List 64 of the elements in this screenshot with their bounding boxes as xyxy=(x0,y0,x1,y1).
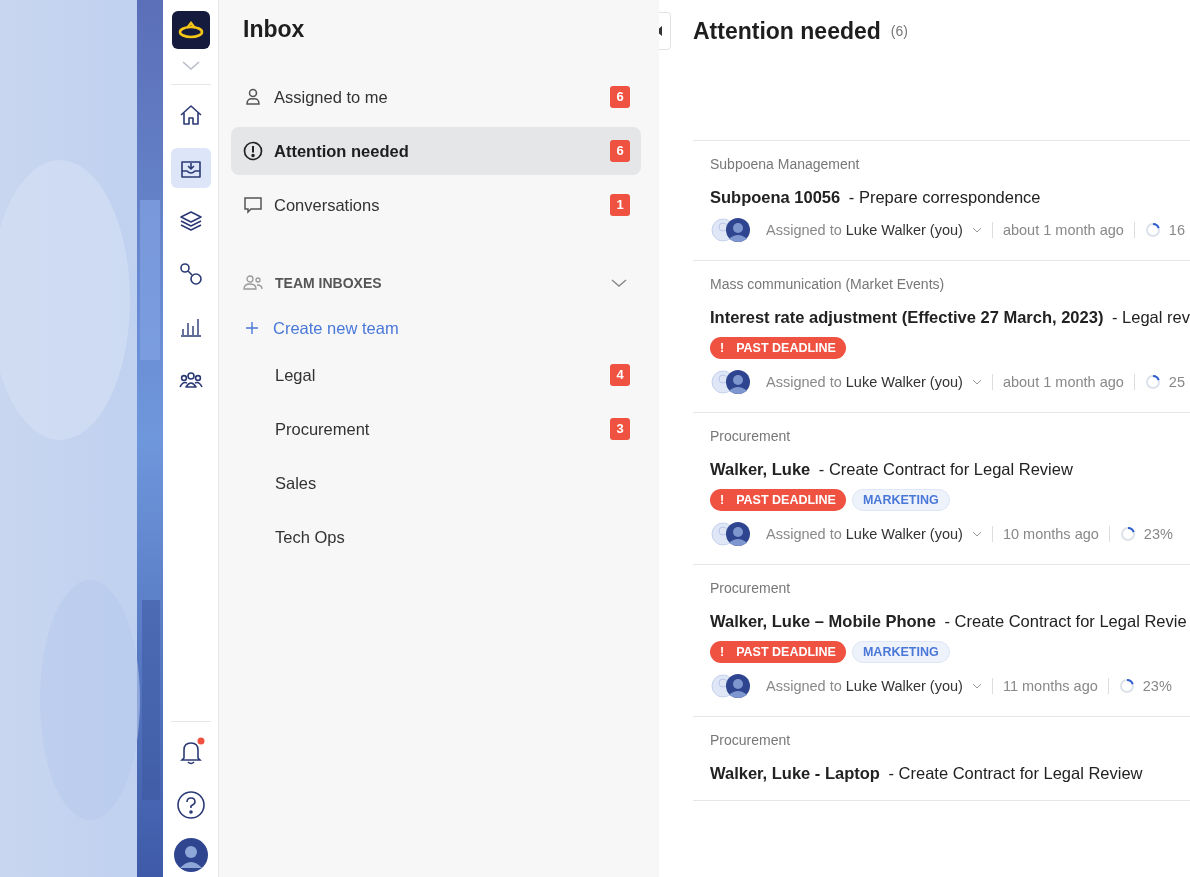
task-title[interactable]: Walker, Luke – Mobile Phone - Create Contract for Legal Revie xyxy=(710,612,1190,631)
task-category: Subpoena Management xyxy=(710,156,861,174)
count-badge: 4 xyxy=(610,364,630,386)
sidebar-item[interactable]: Attention needed 6 xyxy=(231,127,641,175)
count-badge: 6 xyxy=(610,140,630,162)
user-avatar[interactable] xyxy=(173,838,208,872)
chevron-icon xyxy=(971,683,982,689)
task-title[interactable]: Walker, Luke - Laptop - Create Contract for Legal Review xyxy=(710,764,1190,783)
progress-percent: 16 xyxy=(1168,222,1185,238)
progress-ring-icon xyxy=(1144,374,1161,390)
deadline-tag: ! PAST DEADLINE xyxy=(710,337,846,359)
task-category: Procurement xyxy=(710,732,792,750)
task-title[interactable]: Walker, Luke - Create Contract for Legal Review xyxy=(710,460,1190,479)
item-count: (6) xyxy=(890,23,908,39)
plus-icon xyxy=(245,321,259,335)
assignee-selector[interactable]: Assigned to Luke Walker (you) xyxy=(766,526,982,542)
avatars-icon xyxy=(710,673,752,699)
deadline-tag: ! PAST DEADLINE xyxy=(710,641,846,663)
chevron-icon xyxy=(971,227,982,233)
team-item[interactable]: Sales xyxy=(231,456,641,510)
sidebar-item[interactable]: Assigned to me 6 xyxy=(231,73,641,121)
sidebar-title: Inbox xyxy=(242,16,306,43)
progress-percent: 23% xyxy=(1143,526,1173,542)
avatars-icon xyxy=(710,369,752,395)
deadline-tag: ! PAST DEADLINE xyxy=(710,489,846,511)
time-ago: about 1 month ago xyxy=(1002,374,1124,390)
team-item[interactable]: Procurement 3 xyxy=(231,402,641,456)
team-item[interactable]: Tech Ops xyxy=(231,510,641,564)
create-team-link[interactable]: Create new team xyxy=(231,308,641,348)
task-title[interactable]: Interest rate adjustment (Effective 27 March, 2023) - Legal rev xyxy=(710,308,1190,327)
progress-ring-icon xyxy=(1118,678,1135,694)
task-category: Procurement xyxy=(710,580,792,598)
team-item[interactable]: Legal 4 xyxy=(231,348,641,402)
count-badge: 3 xyxy=(610,418,630,440)
task-category: Mass communication (Market Events) xyxy=(710,276,946,294)
alert-icon xyxy=(243,141,263,161)
task-category: Procurement xyxy=(710,428,792,446)
count-badge: 6 xyxy=(610,86,630,108)
progress-ring-icon xyxy=(1119,526,1136,542)
avatars-icon xyxy=(710,217,752,243)
chevron-icon xyxy=(971,379,982,385)
app-logo[interactable] xyxy=(171,11,210,49)
page-title: Attention needed xyxy=(693,17,881,45)
chat-icon xyxy=(243,195,263,215)
progress-percent: 23% xyxy=(1142,678,1172,694)
sidebar-item[interactable]: Conversations 1 xyxy=(231,181,641,229)
person-icon xyxy=(243,87,263,107)
time-ago: 10 months ago xyxy=(1002,526,1099,542)
progress-ring-icon xyxy=(1144,222,1161,238)
team-inboxes-header[interactable]: TEAM INBOXES xyxy=(231,263,641,303)
task-title[interactable]: Subpoena 10056 - Prepare correspondence xyxy=(710,188,1190,207)
avatars-icon xyxy=(710,521,752,547)
inbox-button[interactable] xyxy=(170,148,211,188)
assignee-selector[interactable]: Assigned to Luke Walker (you) xyxy=(766,678,982,694)
count-badge: 1 xyxy=(610,194,630,216)
progress-percent: 25 xyxy=(1168,374,1185,390)
team-tag: MARKETING xyxy=(851,641,950,663)
assignee-selector[interactable]: Assigned to Luke Walker (you) xyxy=(766,222,982,238)
team-icon xyxy=(243,274,263,292)
time-ago: 11 months ago xyxy=(1002,678,1098,694)
team-tag: MARKETING xyxy=(851,489,950,511)
time-ago: about 1 month ago xyxy=(1002,222,1124,238)
chevron-icon xyxy=(971,531,982,537)
assignee-selector[interactable]: Assigned to Luke Walker (you) xyxy=(766,374,982,390)
